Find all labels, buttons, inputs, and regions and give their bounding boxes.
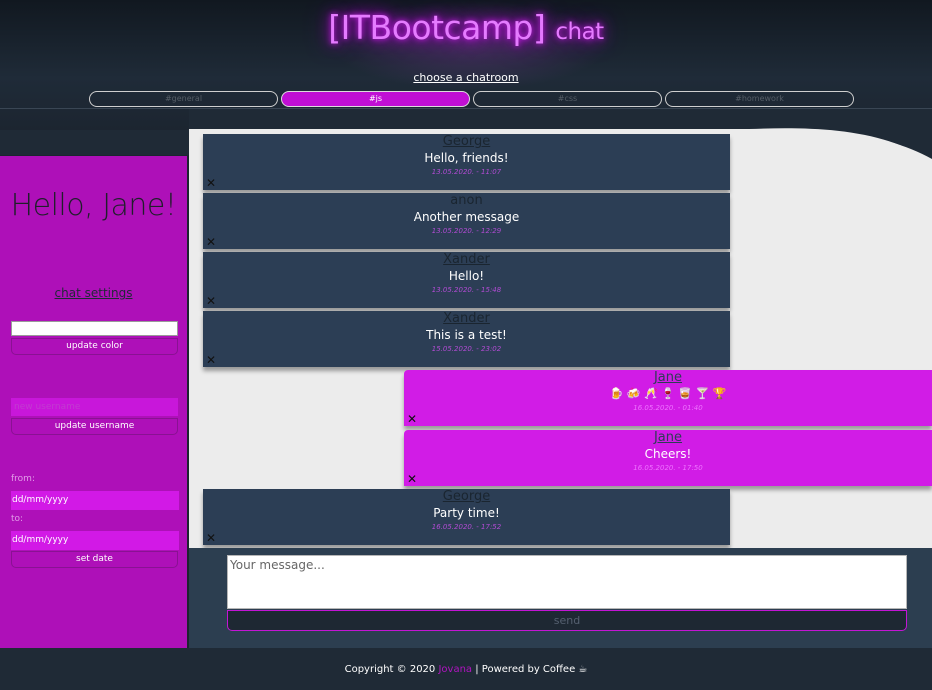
- message-author[interactable]: George: [203, 489, 730, 505]
- delete-message-icon[interactable]: ✕: [206, 354, 216, 366]
- set-date-button[interactable]: set date: [11, 551, 178, 568]
- message-item: George Party time! 16.05.2020. - 17:52 ✕: [203, 489, 730, 545]
- update-color-button[interactable]: update color: [11, 338, 178, 355]
- footer-powered: | Powered by Coffee ☕: [475, 664, 588, 675]
- title-suffix: chat: [555, 19, 604, 45]
- delete-message-icon[interactable]: ✕: [407, 473, 417, 485]
- to-label: to:: [11, 514, 24, 524]
- chatroom-tabs: #general #js #css #homework: [89, 91, 854, 107]
- color-input[interactable]: [11, 321, 178, 336]
- chat-settings-link[interactable]: chat settings: [0, 286, 187, 300]
- message-author[interactable]: George: [203, 134, 730, 150]
- message-text: Hello!: [448, 269, 485, 283]
- delete-message-icon[interactable]: ✕: [206, 236, 216, 248]
- message-time: 16.05.2020. - 01:40: [633, 404, 703, 412]
- footer-copyright: Copyright © 2020: [344, 664, 436, 675]
- message-input[interactable]: Your message...: [227, 555, 907, 609]
- message-author[interactable]: Xander: [203, 252, 730, 268]
- page-title: [ITBootcamp] chat: [0, 8, 932, 47]
- delete-message-icon[interactable]: ✕: [206, 532, 216, 544]
- update-username-button[interactable]: update username: [11, 418, 178, 435]
- message-time: 15.05.2020. - 23:02: [431, 345, 502, 353]
- message-text: Hello, friends!: [424, 151, 509, 165]
- message-text: Cheers!: [644, 447, 692, 461]
- message-item: anon Another message 13.05.2020. - 12:29…: [203, 193, 730, 249]
- message-item-own: Jane Cheers! 16.05.2020. - 17:50 ✕: [404, 430, 932, 486]
- message-text: Party time!: [433, 506, 500, 520]
- message-item: George Hello, friends! 13.05.2020. - 11:…: [203, 134, 730, 190]
- message-time: 16.05.2020. - 17:52: [431, 523, 502, 531]
- message-author[interactable]: Jane: [404, 370, 932, 386]
- message-item: Xander This is a test! 15.05.2020. - 23:…: [203, 311, 730, 367]
- message-author[interactable]: Xander: [203, 311, 730, 327]
- composer: Your message... send: [189, 548, 932, 648]
- message-time: 13.05.2020. - 12:29: [431, 227, 502, 235]
- send-button[interactable]: send: [227, 610, 907, 631]
- delete-message-icon[interactable]: ✕: [407, 413, 417, 425]
- delete-message-icon[interactable]: ✕: [206, 295, 216, 307]
- message-time: 13.05.2020. - 11:07: [431, 168, 502, 176]
- tab-js[interactable]: #js: [281, 91, 470, 107]
- message-text: Another message: [413, 210, 520, 224]
- footer-author-link[interactable]: Jovana: [438, 664, 472, 675]
- from-label: from:: [11, 474, 35, 484]
- message-emoji-text: 🍺 🍻 🥂 🍷 🥃 🍸 🏆: [609, 387, 727, 400]
- message-author[interactable]: Jane: [404, 430, 932, 446]
- message-author[interactable]: anon: [203, 193, 730, 209]
- tab-homework[interactable]: #homework: [665, 91, 854, 107]
- message-item-own: Jane 🍺 🍻 🥂 🍷 🥃 🍸 🏆 16.05.2020. - 01:40 ✕: [404, 370, 932, 426]
- choose-chatroom-link[interactable]: choose a chatroom: [0, 71, 932, 84]
- tab-css[interactable]: #css: [473, 91, 662, 107]
- footer: Copyright © 2020 Jovana | Powered by Cof…: [0, 648, 932, 690]
- from-date-input[interactable]: dd/mm/yyyy: [11, 491, 179, 510]
- message-item: Xander Hello! 13.05.2020. - 15:48 ✕: [203, 252, 730, 308]
- title-main: [ITBootcamp]: [328, 8, 546, 47]
- message-time: 16.05.2020. - 17:50: [633, 464, 703, 472]
- username-input[interactable]: new username: [11, 398, 178, 416]
- tab-general[interactable]: #general: [89, 91, 278, 107]
- message-time: 13.05.2020. - 15:48: [431, 286, 502, 294]
- sidebar: Hello, Jane! chat settings update color …: [0, 155, 189, 648]
- to-date-input[interactable]: dd/mm/yyyy: [11, 531, 179, 550]
- greeting: Hello, Jane!: [10, 188, 177, 223]
- delete-message-icon[interactable]: ✕: [206, 177, 216, 189]
- message-text: This is a test!: [426, 328, 507, 342]
